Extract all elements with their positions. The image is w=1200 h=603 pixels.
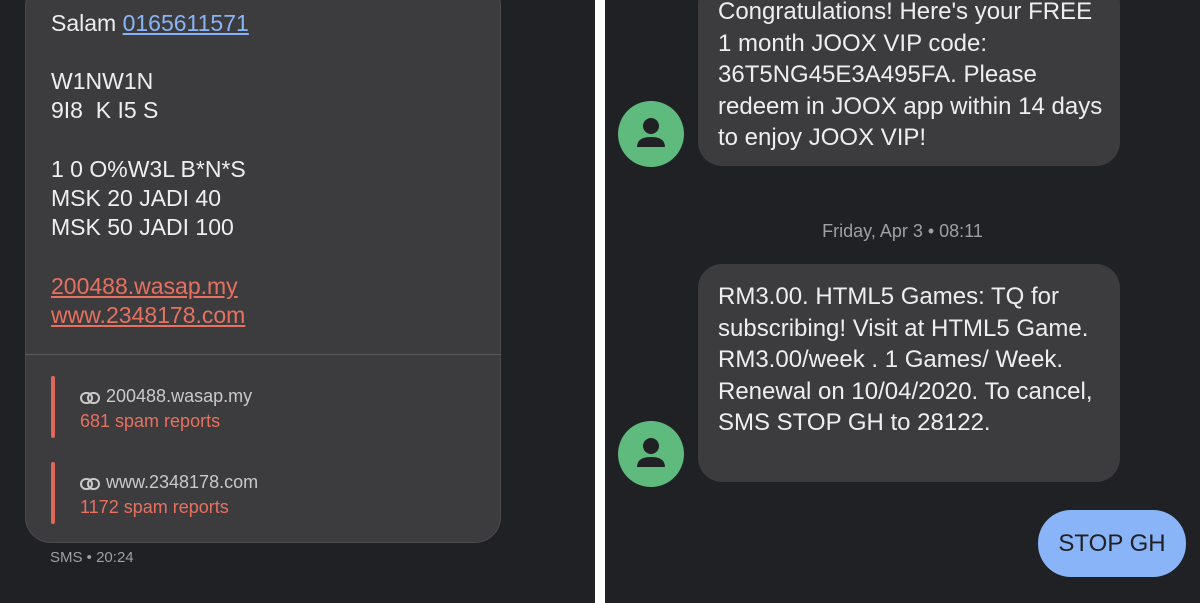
greeting-text: Salam	[51, 10, 117, 36]
incoming-message-text: Congratulations! Here's your FREE 1 mont…	[718, 0, 1103, 151]
message-line: MSK 50 JADI 100	[51, 214, 234, 240]
spam-url-link[interactable]: 200488.wasap.my	[51, 272, 238, 300]
spam-report-count: 681 spam reports	[80, 411, 221, 431]
message-line: 9I8 K I5 S	[51, 97, 159, 123]
report-link-preview[interactable]: 200488.wasap.my	[80, 385, 252, 410]
message-meta: SMS • 20:24	[50, 549, 134, 566]
message-line: MSK 20 JADI 40	[51, 185, 222, 211]
person-icon[interactable]	[618, 421, 684, 487]
link-icon	[80, 388, 100, 410]
message-line: W1NW1N	[51, 68, 154, 94]
person-icon[interactable]	[618, 101, 684, 167]
link-icon	[80, 474, 100, 496]
bubble-divider	[25, 354, 501, 355]
warning-bar	[51, 462, 55, 524]
message-line: 1 0 O%W3L B*N*S	[51, 156, 246, 182]
greeting-line: Salam 0165611571	[51, 9, 249, 37]
incoming-message-text: RM3.00. HTML5 Games: TQ for subscribing!…	[718, 283, 1093, 436]
spam-report-count: 1172 spam reports	[80, 497, 229, 517]
report-url-text: www.2348178.com	[106, 472, 259, 492]
report-url-text: 200488.wasap.my	[106, 386, 253, 406]
spam-url-link[interactable]: www.2348178.com	[51, 301, 245, 329]
sender-phone-link[interactable]: 0165611571	[123, 10, 249, 36]
report-link-preview[interactable]: www.2348178.com	[80, 471, 258, 496]
outgoing-message-text: STOP GH	[1058, 530, 1166, 557]
conversation-timestamp: Friday, Apr 3 • 08:11	[822, 221, 983, 241]
warning-bar	[51, 376, 55, 438]
